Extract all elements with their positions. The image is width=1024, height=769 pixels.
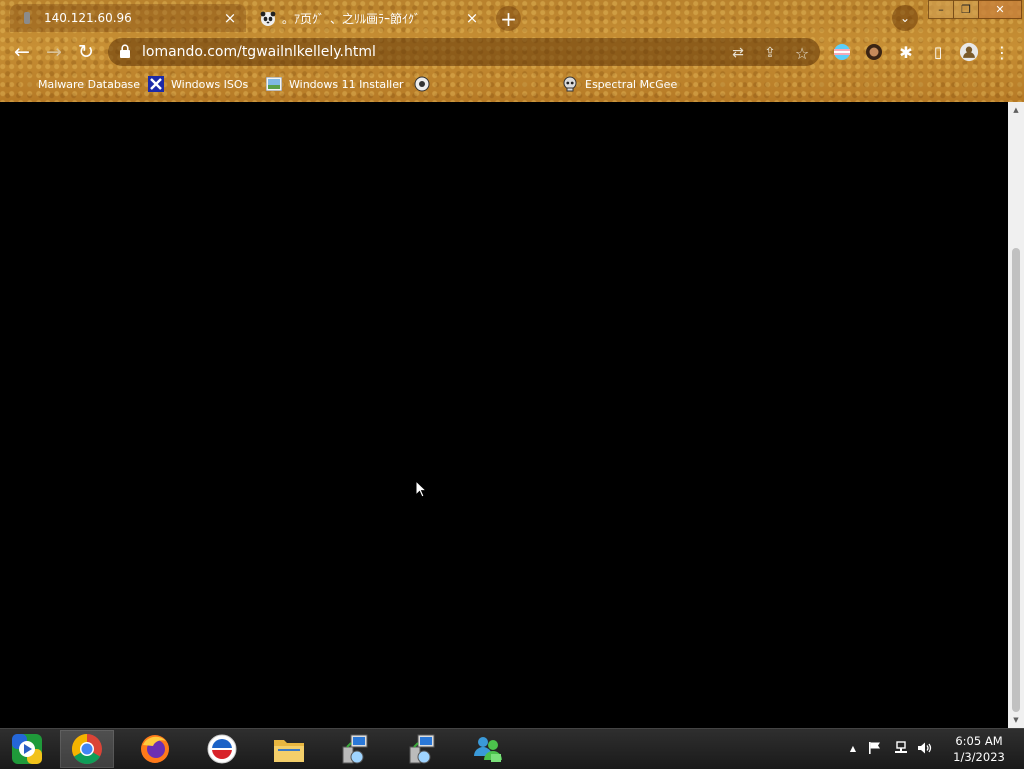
extension-flag-icon[interactable] — [832, 42, 852, 62]
scroll-up-icon[interactable]: ▲ — [1008, 102, 1024, 118]
folder-icon — [274, 740, 304, 762]
action-center-flag-icon[interactable] — [866, 739, 884, 757]
tab-title: 。ｱ页ｸ゛、之ﾘﾙ画ﾗｰ節ｲｸ゛ — [282, 11, 427, 26]
scroll-thumb[interactable] — [1012, 248, 1020, 712]
forward-button[interactable]: → — [42, 40, 66, 64]
extensions-puzzle-icon[interactable]: ✱ — [896, 42, 916, 62]
extension-avatar-icon[interactable] — [864, 42, 884, 62]
page-content[interactable] — [0, 102, 1008, 728]
opera-icon — [207, 734, 237, 764]
bookmark-item[interactable]: Windows 11 Installer — [266, 75, 404, 93]
restore-button[interactable]: ❐ — [953, 0, 979, 19]
document-icon — [24, 12, 30, 24]
taskbar-media-center[interactable] — [0, 730, 54, 768]
taskbar-messenger[interactable] — [461, 730, 515, 768]
taskbar: ▲ 6:05 AM 1/3/2023 — [0, 728, 1024, 769]
firefox-icon — [141, 735, 169, 763]
picture-icon — [266, 76, 282, 92]
profile-icon[interactable] — [959, 42, 979, 62]
new-tab-button[interactable]: + — [496, 6, 521, 31]
tab-close-icon[interactable]: × — [462, 9, 482, 27]
taskbar-installer-2[interactable] — [395, 730, 449, 768]
bookmark-item[interactable]: Espectral McGee — [562, 75, 677, 93]
bookmark-label: Malware Database — [38, 77, 141, 91]
minimize-button[interactable]: – — [928, 0, 954, 19]
translate-icon[interactable]: ⇄ — [729, 44, 747, 62]
clock-time: 6:05 AM — [955, 734, 1003, 748]
tab-close-icon[interactable]: × — [220, 9, 240, 27]
taskbar-chrome[interactable] — [60, 730, 114, 768]
messenger-people-icon — [474, 737, 502, 762]
chrome-icon — [71, 734, 102, 765]
bookmark-label: Windows ISOs — [171, 77, 249, 91]
back-button[interactable]: ← — [10, 40, 34, 64]
taskbar-installer-1[interactable] — [328, 730, 382, 768]
bookmark-item[interactable] — [414, 75, 437, 93]
scroll-down-icon[interactable]: ▼ — [1008, 712, 1024, 728]
side-panel-icon[interactable]: ▯ — [928, 42, 948, 62]
panda-favicon-icon — [260, 11, 276, 26]
skull-favicon-icon — [562, 76, 578, 92]
vertical-scrollbar[interactable]: ▲ ▼ — [1008, 102, 1024, 728]
tab-search-button[interactable]: ⌄ — [892, 5, 918, 31]
media-center-icon — [12, 734, 42, 764]
taskbar-firefox[interactable] — [128, 730, 182, 768]
tab-title: 140.121.60.96 — [44, 11, 132, 25]
clock-date: 1/3/2023 — [953, 750, 1005, 764]
close-window-button[interactable]: ✕ — [978, 0, 1022, 19]
address-bar[interactable]: lomando.com/tgwailnlkellely.html — [108, 38, 820, 66]
bookmark-item[interactable]: Malware Database — [14, 75, 140, 93]
network-installer-icon — [342, 734, 368, 764]
bookmark-label: Espectral McGee — [585, 77, 678, 91]
taskbar-clock[interactable]: 6:05 AM 1/3/2023 — [944, 733, 1014, 765]
folder-icon — [14, 76, 31, 92]
browser-frame: 140.121.60.96 × 。ｱ页ｸ゛、之ﾘﾙ画ﾗｰ節ｲｸ゛ × + ⌄ –… — [0, 0, 1024, 102]
windows-x-icon — [148, 76, 164, 92]
mouse-pointer-icon — [415, 480, 427, 498]
bookmark-star-icon[interactable]: ☆ — [793, 44, 811, 63]
tab-inactive[interactable]: 。ｱ页ｸ゛、之ﾘﾙ画ﾗｰ節ｲｸ゛ × — [252, 4, 488, 32]
show-hidden-icons-button[interactable]: ▲ — [844, 739, 862, 757]
url-text[interactable]: lomando.com/tgwailnlkellely.html — [142, 44, 376, 60]
chevron-down-icon: ⌄ — [899, 11, 911, 25]
lock-icon — [120, 44, 130, 58]
network-icon[interactable] — [892, 739, 910, 757]
globe-favicon-icon — [414, 76, 430, 92]
tab-active[interactable]: 140.121.60.96 × — [10, 4, 246, 32]
menu-icon[interactable]: ⋮ — [992, 42, 1012, 62]
share-icon[interactable]: ⇪ — [761, 44, 779, 62]
bookmark-item[interactable]: Windows ISOs — [148, 75, 248, 93]
bookmark-label: Windows 11 Installer — [289, 77, 404, 91]
network-installer-icon — [409, 734, 435, 764]
taskbar-opera[interactable] — [195, 730, 249, 768]
volume-icon[interactable] — [916, 739, 934, 757]
taskbar-file-explorer[interactable] — [262, 730, 316, 768]
reload-button[interactable]: ↻ — [74, 40, 98, 64]
